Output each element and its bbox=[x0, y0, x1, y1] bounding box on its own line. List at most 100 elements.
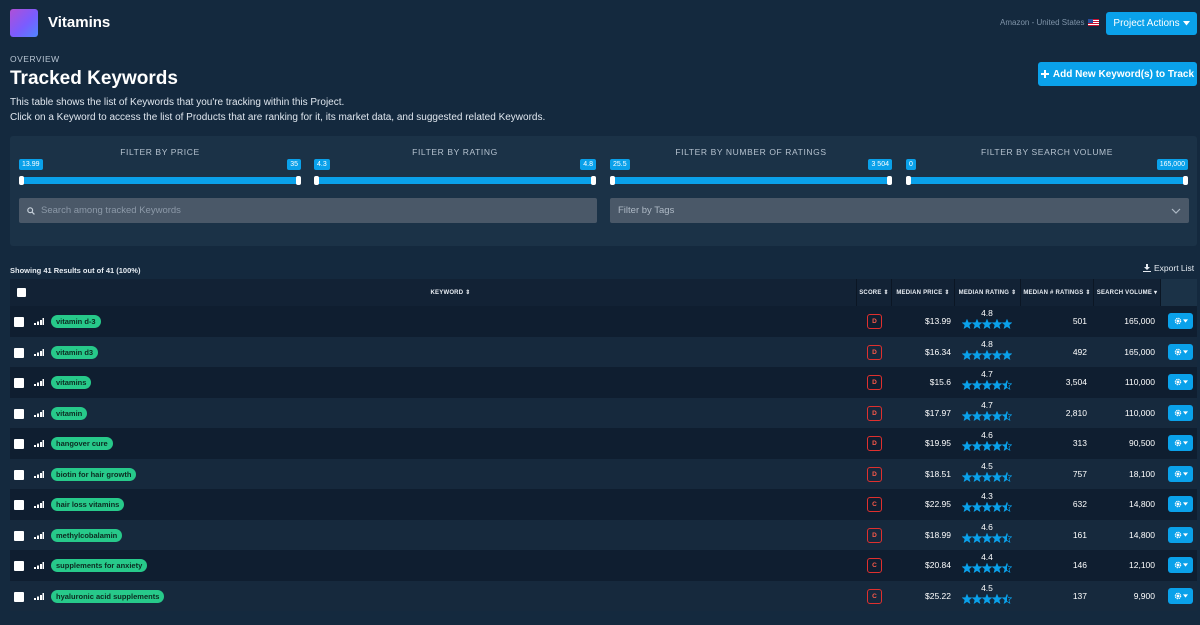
signal-bars-icon bbox=[34, 379, 44, 386]
keyword-tag[interactable]: vitamin d-3 bbox=[51, 315, 101, 328]
keyword-tag[interactable]: vitamins bbox=[51, 376, 92, 389]
range-slider-track[interactable] bbox=[611, 177, 891, 184]
median-ratings-column-header[interactable]: MEDIAN # RATINGS ⇕ bbox=[1020, 279, 1093, 306]
score-badge: C bbox=[867, 588, 882, 604]
score-badge: D bbox=[867, 405, 882, 421]
keyword-tag[interactable]: hyaluronic acid supplements bbox=[51, 589, 165, 603]
table-row[interactable]: hangover cure D $19.95 4.6 313 90,500 bbox=[10, 428, 1197, 459]
range-max-value: 35 bbox=[287, 159, 301, 170]
range-min-handle[interactable] bbox=[906, 176, 911, 185]
table-row[interactable]: hair loss vitamins C $22.95 4.3 632 14,800 bbox=[10, 489, 1197, 520]
range-slider-track[interactable] bbox=[907, 177, 1187, 184]
tags-filter-select[interactable]: Filter by Tags bbox=[610, 198, 1189, 223]
star-icon bbox=[972, 349, 982, 360]
star-icon bbox=[972, 563, 982, 573]
keyword-tag[interactable]: hair loss vitamins bbox=[51, 498, 125, 511]
search-volume-value: 90,500 bbox=[1129, 438, 1155, 448]
row-checkbox[interactable] bbox=[14, 469, 24, 480]
row-actions-button[interactable] bbox=[1168, 587, 1193, 604]
table-row[interactable]: vitamin d3 D $16.34 4.8 492 165,000 bbox=[10, 336, 1197, 367]
project-actions-button[interactable]: Project Actions bbox=[1106, 12, 1197, 35]
star-icon bbox=[972, 532, 982, 543]
median-ratings-value: 313 bbox=[1072, 438, 1087, 448]
row-actions-button[interactable] bbox=[1168, 374, 1193, 390]
range-min-handle[interactable] bbox=[314, 176, 319, 185]
median-rating-cell: 4.5 bbox=[955, 461, 1019, 482]
select-all-checkbox[interactable] bbox=[17, 288, 26, 297]
star-icon bbox=[962, 319, 972, 329]
keyword-tag[interactable]: biotin for hair growth bbox=[51, 467, 137, 481]
median-ratings-value: 757 bbox=[1072, 468, 1087, 479]
score-badge: D bbox=[867, 344, 882, 360]
table-row[interactable]: biotin for hair growth D $18.51 4.5 757 18,10… bbox=[10, 458, 1197, 489]
row-checkbox[interactable] bbox=[14, 530, 24, 541]
median-rating-cell: 4.5 bbox=[955, 583, 1019, 604]
tags-filter-placeholder: Filter by Tags bbox=[618, 205, 675, 216]
range-max-handle[interactable] bbox=[1183, 176, 1188, 185]
keyword-tag[interactable]: methylcobalamin bbox=[51, 528, 123, 542]
search-volume-value: 110,000 bbox=[1124, 407, 1155, 418]
row-actions-button[interactable] bbox=[1168, 526, 1193, 543]
median-price-value: $18.99 bbox=[925, 529, 951, 540]
keyword-column-header[interactable]: KEYWORD ⇕ bbox=[45, 279, 856, 306]
add-keyword-button[interactable]: Add New Keyword(s) to Track bbox=[1038, 62, 1197, 86]
star-icon bbox=[962, 593, 972, 604]
row-checkbox[interactable] bbox=[14, 317, 24, 327]
row-checkbox[interactable] bbox=[14, 347, 24, 358]
range-max-handle[interactable] bbox=[591, 176, 596, 185]
row-actions-button[interactable] bbox=[1168, 496, 1193, 512]
star-icon bbox=[982, 319, 992, 329]
keyword-tag[interactable]: vitamin bbox=[51, 406, 88, 420]
row-actions-button[interactable] bbox=[1168, 313, 1193, 329]
median-rating-column-header[interactable]: MEDIAN RATING ⇕ bbox=[954, 279, 1020, 306]
score-column-header[interactable]: SCORE ⇕ bbox=[856, 279, 891, 306]
search-volume-value: 165,000 bbox=[1124, 346, 1155, 357]
keyword-search-input[interactable] bbox=[41, 205, 561, 216]
keyword-tag[interactable]: supplements for anxiety bbox=[51, 559, 148, 572]
median-ratings-value: 2,810 bbox=[1065, 407, 1087, 418]
median-price-value: $18.51 bbox=[925, 468, 951, 479]
row-checkbox[interactable] bbox=[14, 439, 24, 449]
chevron-down-icon bbox=[1171, 208, 1181, 214]
table-row[interactable]: supplements for anxiety C $20.84 4.4 146 12,1… bbox=[10, 550, 1197, 581]
star-icon bbox=[992, 532, 1002, 543]
median-price-value: $22.95 bbox=[925, 499, 951, 509]
export-list-button[interactable]: Export List bbox=[1143, 263, 1194, 273]
median-ratings-value: 137 bbox=[1072, 590, 1087, 601]
rating-filter: FILTER BY RATING 4.3 4.8 bbox=[314, 136, 596, 186]
range-min-handle[interactable] bbox=[19, 176, 24, 185]
row-actions-button[interactable] bbox=[1168, 435, 1193, 451]
row-checkbox[interactable] bbox=[14, 500, 24, 510]
table-row[interactable]: methylcobalamin D $18.99 4.6 161 14,800 bbox=[10, 519, 1197, 550]
range-min-handle[interactable] bbox=[610, 176, 615, 185]
range-max-handle[interactable] bbox=[887, 176, 892, 185]
table-row[interactable]: vitamins D $15.6 4.7 3,504 110,000 bbox=[10, 367, 1197, 398]
signal-bars-icon bbox=[34, 318, 44, 325]
gear-icon bbox=[1174, 500, 1181, 508]
table-row[interactable]: vitamin D $17.97 4.7 2,810 110,000 bbox=[10, 397, 1197, 428]
star-icon bbox=[972, 410, 982, 421]
search-volume-column-header[interactable]: SEARCH VOLUME ▾ bbox=[1093, 279, 1160, 306]
row-actions-button[interactable] bbox=[1168, 557, 1193, 573]
rating-stars bbox=[955, 593, 1019, 604]
range-max-value: 165,000 bbox=[1156, 159, 1188, 170]
row-checkbox[interactable] bbox=[14, 591, 24, 602]
table-row[interactable]: vitamin d-3 D $13.99 4.8 501 165,000 bbox=[10, 306, 1197, 337]
row-checkbox[interactable] bbox=[14, 408, 24, 419]
table-row[interactable]: hyaluronic acid supplements C $25.22 4.5 137… bbox=[10, 580, 1197, 611]
row-checkbox[interactable] bbox=[14, 378, 24, 388]
row-actions-button[interactable] bbox=[1168, 404, 1193, 421]
row-checkbox[interactable] bbox=[14, 561, 24, 571]
star-icon bbox=[982, 410, 992, 421]
keyword-tag[interactable]: hangover cure bbox=[51, 437, 113, 450]
range-max-handle[interactable] bbox=[296, 176, 301, 185]
number-of-ratings-filter: FILTER BY NUMBER OF RATINGS 25.5 3 504 bbox=[610, 136, 892, 186]
score-header-label: SCORE bbox=[859, 289, 882, 296]
row-actions-button[interactable] bbox=[1168, 343, 1193, 360]
median-rating-value: 4.6 bbox=[981, 430, 993, 440]
median-price-column-header[interactable]: MEDIAN PRICE ⇕ bbox=[891, 279, 954, 306]
keyword-tag[interactable]: vitamin d3 bbox=[51, 345, 99, 359]
range-slider-track[interactable] bbox=[20, 177, 300, 184]
row-actions-button[interactable] bbox=[1168, 465, 1193, 482]
range-slider-track[interactable] bbox=[315, 177, 595, 184]
